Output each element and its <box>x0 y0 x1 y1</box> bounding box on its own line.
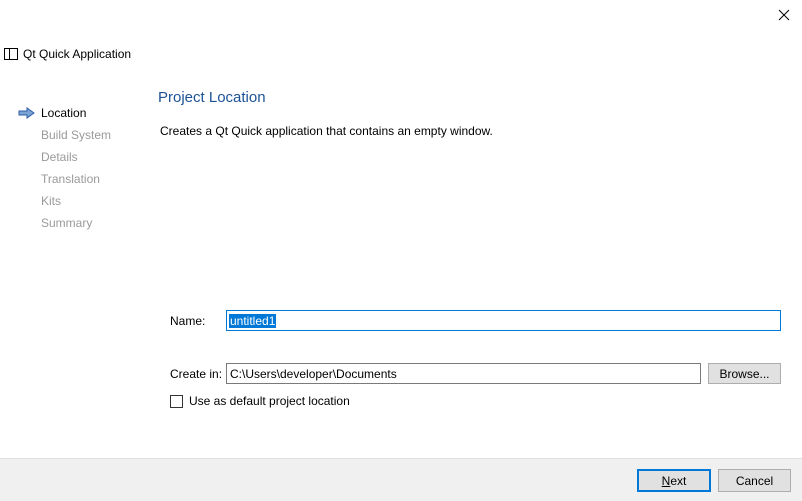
close-icon <box>778 9 790 21</box>
step-label: Location <box>41 106 87 120</box>
create-in-input-value: C:\Users\developer\Documents <box>230 366 397 381</box>
name-input[interactable]: untitled1 <box>226 310 781 331</box>
page-description: Creates a Qt Quick application that cont… <box>160 124 493 138</box>
wizard-footer: Next Cancel <box>0 458 802 501</box>
step-label: Details <box>41 150 78 164</box>
browse-button-label: Browse... <box>719 366 770 381</box>
step-details: Details <box>18 146 148 168</box>
wizard-steps-sidebar: Location Build System Details Translatio… <box>18 102 148 234</box>
create-in-input[interactable]: C:\Users\developer\Documents <box>226 363 701 384</box>
window-icon <box>2 45 20 63</box>
browse-button[interactable]: Browse... <box>708 363 781 384</box>
create-in-label: Create in: <box>170 367 223 381</box>
step-label: Kits <box>41 194 62 208</box>
step-summary: Summary <box>18 212 148 234</box>
close-button[interactable] <box>766 0 802 30</box>
step-label: Translation <box>41 172 100 186</box>
wizard-title: Qt Quick Application <box>23 47 132 61</box>
default-location-checkbox[interactable] <box>170 394 183 408</box>
wizard-window: Qt Quick Application Location Build Syst… <box>0 0 802 501</box>
step-label: Build System <box>41 128 112 142</box>
step-location: Location <box>18 102 148 124</box>
name-input-value: untitled1 <box>229 313 277 328</box>
next-button[interactable]: Next <box>637 469 711 492</box>
cancel-button-label: Cancel <box>735 473 774 488</box>
step-translation: Translation <box>18 168 148 190</box>
next-button-label: Next <box>661 473 687 488</box>
cancel-button[interactable]: Cancel <box>718 469 791 492</box>
step-label: Summary <box>41 216 93 230</box>
step-kits: Kits <box>18 190 148 212</box>
arrow-right-icon <box>18 107 36 119</box>
default-location-label: Use as default project location <box>189 394 350 408</box>
page-title: Project Location <box>158 89 266 106</box>
wizard-title-bar: Qt Quick Application <box>0 42 131 66</box>
default-location-option[interactable]: Use as default project location <box>170 394 350 408</box>
step-build-system: Build System <box>18 124 148 146</box>
name-label: Name: <box>170 314 206 328</box>
